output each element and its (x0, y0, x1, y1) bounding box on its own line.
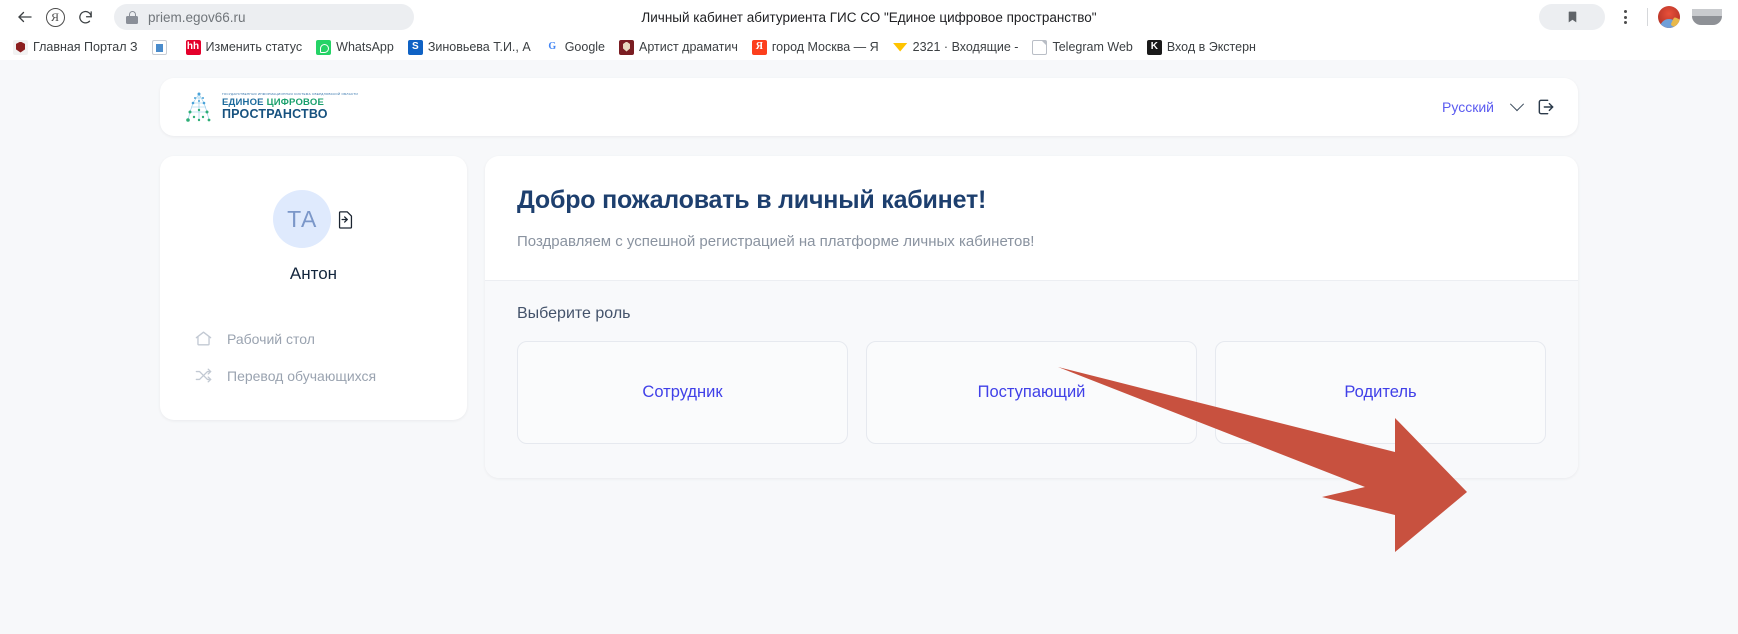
bookmark-label: Главная Портал З (33, 40, 138, 54)
logo-line-1: ЕДИНОЕ ЦИФРОВОЕ (222, 96, 358, 108)
back-button[interactable] (10, 2, 40, 32)
welcome-card: Добро пожаловать в личный кабинет! Поздр… (485, 156, 1578, 478)
bookmark-label: город Москва — Я (771, 40, 879, 54)
bookmark-icon (1568, 11, 1576, 23)
logo-word-cifrovoe: ЦИФРОВОЕ (266, 96, 324, 108)
page-content: ГОСУДАРСТВЕННАЯ ИНФОРМАЦИОННАЯ СИСТЕМА С… (0, 60, 1738, 634)
sidebar-item-desktop[interactable]: Рабочий стол (160, 320, 467, 357)
sidebar-item-label: Перевод обучающихся (227, 367, 377, 384)
bookmark-label: Изменить статус (205, 40, 303, 54)
page-icon (1032, 39, 1048, 55)
chevron-down-icon (1509, 97, 1525, 112)
switch-account-button[interactable] (337, 210, 354, 229)
logout-icon (1538, 99, 1554, 115)
gerb-dark-icon (619, 39, 635, 55)
role-label: Поступающий (977, 383, 1086, 401)
yandex-icon: Я (45, 7, 65, 27)
role-label: Родитель (1344, 383, 1417, 401)
yandex-icon: Я (751, 39, 767, 55)
browser-menu-button[interactable] (1613, 4, 1637, 30)
roles-section: Выберите роль Сотрудник Поступающий Роди… (485, 281, 1578, 478)
bookmark-label: Зиновьева Т.И., А (427, 40, 531, 54)
kontur-icon: K (1146, 39, 1162, 55)
bookmark-item[interactable]: Главная Портал З (6, 38, 145, 57)
logout-button[interactable] (1536, 97, 1556, 117)
bookmark-item[interactable]: hh Изменить статус (179, 38, 310, 57)
logo-line-2: ПРОСТРАНСТВО (222, 107, 328, 122)
toolbar-divider (1647, 8, 1648, 26)
sidebar-item-label: Рабочий стол (227, 330, 315, 347)
bookmark-item[interactable]: Telegram Web (1025, 38, 1139, 57)
reload-icon (78, 10, 92, 23)
page-title: Добро пожаловать в личный кабинет! (517, 186, 987, 214)
lock-icon (126, 10, 138, 24)
google-icon: G (548, 41, 557, 52)
role-card-applicant[interactable]: Поступающий (866, 341, 1197, 444)
role-card-parent[interactable]: Родитель (1215, 341, 1546, 444)
page-body: ТА Антон Рабочий стол Перевод обучающихс… (160, 156, 1578, 478)
bookmark-label: Telegram Web (1052, 40, 1133, 54)
site-header: ГОСУДАРСТВЕННАЯ ИНФОРМАЦИОННАЯ СИСТЕМА С… (160, 78, 1578, 136)
shuffle-icon (194, 366, 213, 385)
sidebar-menu: Рабочий стол Перевод обучающихся (160, 320, 467, 394)
header-actions: Русский (1442, 97, 1556, 117)
address-bar-url: priem.egov66.ru (148, 9, 246, 25)
address-bar[interactable]: priem.egov66.ru (114, 4, 414, 30)
role-label: Сотрудник (642, 383, 723, 401)
bookmark-label: Артист драматич (639, 40, 738, 54)
bookmark-label: Google (564, 40, 606, 54)
bookmark-button[interactable] (1539, 4, 1605, 30)
avatar: ТА (273, 190, 331, 248)
profile-name: Антон (289, 264, 338, 283)
gerb-icon (13, 39, 28, 55)
network-tree-svg (186, 92, 211, 122)
site-logo[interactable]: ГОСУДАРСТВЕННАЯ ИНФОРМАЦИОННАЯ СИСТЕМА С… (182, 90, 358, 124)
logo-wordmark: ГОСУДАРСТВЕННАЯ ИНФОРМАЦИОННАЯ СИСТЕМА С… (222, 93, 358, 120)
bookmark-item[interactable]: G Google (538, 38, 612, 57)
window-control[interactable] (1692, 9, 1722, 25)
roles-label: Выберите роль (517, 305, 631, 322)
welcome-section: Добро пожаловать в личный кабинет! Поздр… (485, 156, 1578, 281)
document-icon (151, 39, 167, 55)
hh-icon: hh (185, 39, 201, 55)
sberbank-icon: S (407, 39, 423, 55)
bookmarks-bar: Главная Портал З hh Изменить статус Whats… (0, 34, 1738, 60)
back-arrow-icon (18, 11, 32, 23)
bookmark-label: Вход в Экстерн (1166, 40, 1256, 54)
browser-toolbar: Я priem.egov66.ru Личный кабинет абитури… (0, 0, 1738, 34)
bookmark-label: 2321 · Входящие - (912, 40, 1019, 54)
whatsapp-icon (316, 39, 332, 55)
toolbar-right-group (1539, 4, 1728, 30)
browser-profile-avatar[interactable] (1658, 6, 1680, 28)
reload-button[interactable] (70, 2, 100, 32)
home-icon-svg (195, 331, 212, 346)
bookmark-item[interactable]: Артист драматич (612, 38, 745, 57)
home-icon (194, 329, 213, 348)
logo-word-edinoe: ЕДИНОЕ (222, 96, 267, 108)
bookmark-item[interactable]: WhatsApp (309, 38, 401, 57)
network-tree-icon (182, 90, 216, 124)
language-selector[interactable]: Русский (1442, 97, 1525, 115)
bookmark-item[interactable] (145, 38, 179, 57)
bookmark-item[interactable]: 2321 · Входящие - (886, 38, 1026, 57)
mailru-icon (892, 39, 908, 55)
document-arrow-icon (338, 210, 353, 229)
bookmark-item[interactable]: S Зиновьева Т.И., А (401, 38, 538, 57)
avatar-row: ТА (160, 190, 467, 248)
bookmark-item[interactable]: K Вход в Экстерн (1140, 38, 1263, 57)
profile-sidebar: ТА Антон Рабочий стол Перевод обучающихс… (160, 156, 467, 420)
sidebar-item-transfer[interactable]: Перевод обучающихся (160, 357, 467, 394)
bookmark-label: WhatsApp (336, 40, 394, 54)
role-card-employee[interactable]: Сотрудник (517, 341, 848, 444)
welcome-subtitle: Поздравляем с успешной регистрацией на п… (517, 233, 1035, 250)
yandex-button[interactable]: Я (40, 2, 70, 32)
roles-grid: Сотрудник Поступающий Родитель (517, 341, 1546, 444)
language-label: Русский (1442, 99, 1494, 115)
bookmark-item[interactable]: Ягород Москва — Я (745, 38, 886, 57)
shuffle-icon-svg (195, 368, 212, 383)
